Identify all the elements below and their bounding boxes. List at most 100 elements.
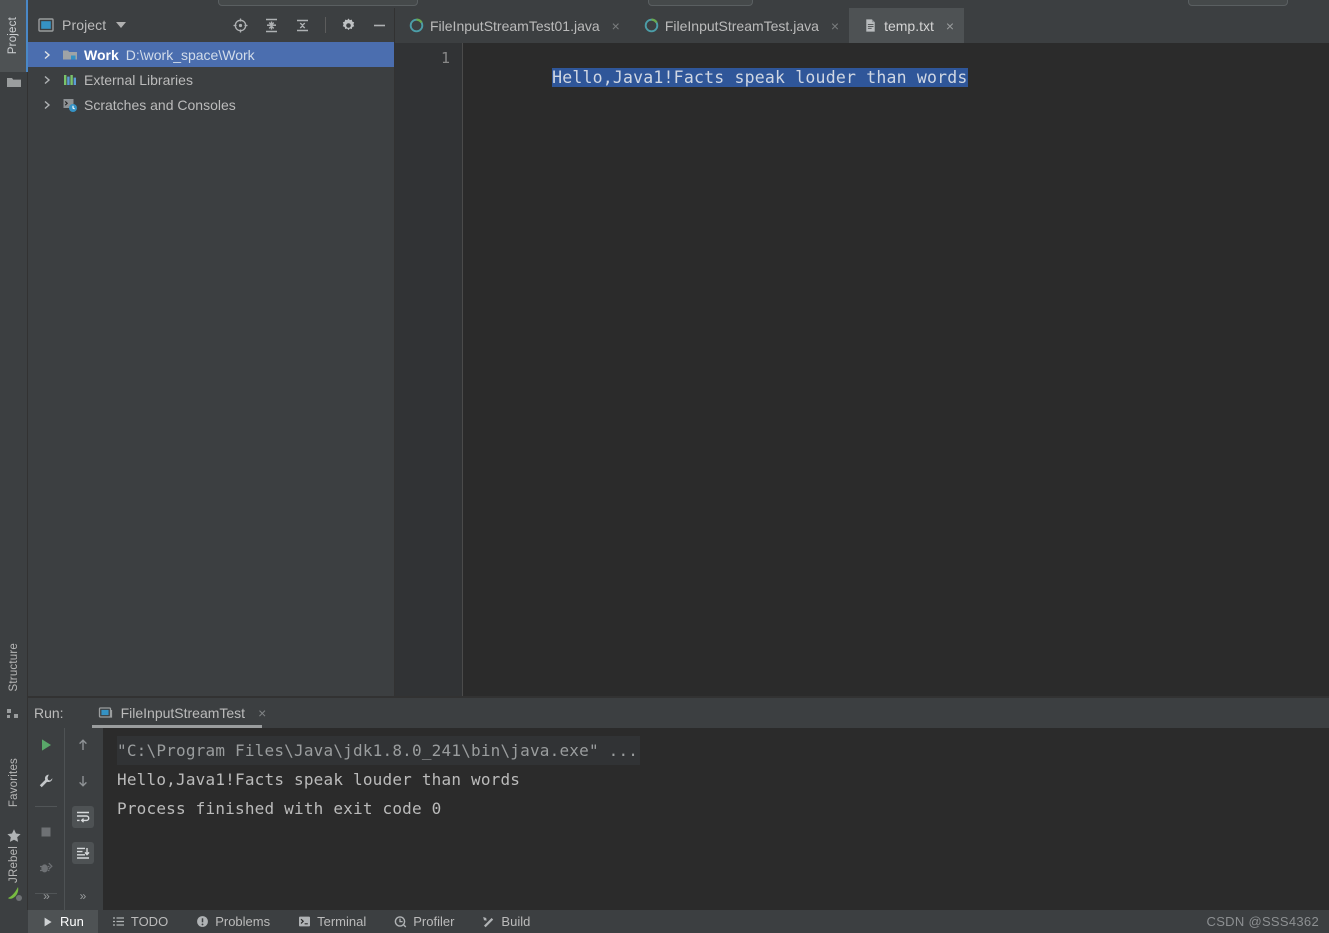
editor-line-1[interactable]: Hello,Java1!Facts speak louder than word… <box>471 49 968 106</box>
stop-icon[interactable] <box>35 821 57 843</box>
play-icon <box>42 916 54 928</box>
rerun-icon[interactable] <box>35 734 57 756</box>
watermark: CSDN @SSS4362 <box>1206 914 1319 929</box>
sidebar-item-project[interactable]: Project <box>0 0 28 72</box>
dump-threads-icon[interactable] <box>35 857 57 879</box>
editor-tab-fileinputstreamtest01[interactable]: FileInputStreamTest01.java × <box>395 8 630 43</box>
run-panel-header: Run: FileInputStreamTest × <box>28 698 1329 728</box>
run-panel-body: » » "C:\Program Files\Java\jdk1.8.0_241\… <box>28 728 1329 910</box>
sidebar-item-jrebel-label: JRebel <box>8 845 20 883</box>
collapse-all-icon[interactable] <box>294 17 311 34</box>
soft-wrap-icon[interactable] <box>71 806 94 828</box>
todo-icon <box>112 915 125 928</box>
project-view-icon <box>38 17 54 33</box>
terminal-icon <box>298 915 311 928</box>
tree-item-external-libraries-label: External Libraries <box>84 71 193 88</box>
status-bar-item-terminal[interactable]: Terminal <box>284 910 380 933</box>
close-icon[interactable]: × <box>258 705 266 721</box>
status-bar-item-label: Problems <box>215 914 271 929</box>
scratches-icon <box>62 97 78 113</box>
console-icon <box>98 705 114 721</box>
status-bar-item-label: Build <box>501 914 531 929</box>
profiler-icon <box>394 915 407 928</box>
arrow-up-icon[interactable] <box>72 734 94 756</box>
sidebar-item-favorites-label: Favorites <box>8 758 20 808</box>
tree-item-work-label: Work <box>84 46 119 63</box>
run-tab-label: FileInputStreamTest <box>120 705 246 721</box>
arrow-down-icon[interactable] <box>72 770 94 792</box>
run-toolbar-left: » <box>28 728 64 910</box>
close-icon[interactable]: × <box>946 19 954 33</box>
editor-tab-fileinputstreamtest[interactable]: FileInputStreamTest.java × <box>630 8 849 43</box>
chevron-right-icon[interactable] <box>42 100 52 110</box>
status-bar-item-problems[interactable]: Problems <box>182 910 284 933</box>
problems-icon <box>196 915 209 928</box>
status-bar-item-label: TODO <box>130 914 169 929</box>
status-bar-item-profiler[interactable]: Profiler <box>380 910 468 933</box>
console-line-exit: Process finished with exit code 0 <box>117 799 442 818</box>
toolbar-widget-1[interactable] <box>218 0 418 6</box>
expand-all-icon[interactable] <box>263 17 280 34</box>
ide-window: Project Structure Favorites JRebel Proje… <box>0 0 1329 933</box>
console-output[interactable]: "C:\Program Files\Java\jdk1.8.0_241\bin\… <box>103 728 1329 910</box>
chevron-right-icon[interactable] <box>42 75 52 85</box>
panel-title: Project <box>62 17 107 33</box>
divider <box>35 806 57 807</box>
toolbar-widget-3[interactable] <box>1188 0 1288 6</box>
minimize-icon[interactable] <box>371 17 388 34</box>
close-icon[interactable]: × <box>612 19 620 33</box>
project-folder-icon <box>6 74 22 90</box>
java-class-icon <box>644 18 659 33</box>
run-tool-window: Run: FileInputStreamTest × » » "C:\Progr… <box>28 698 1329 910</box>
line-number: 1 <box>440 49 450 67</box>
status-bar-item-label: Terminal <box>317 914 367 929</box>
jrebel-icon <box>6 884 22 901</box>
gear-icon[interactable] <box>340 17 357 34</box>
close-icon[interactable]: × <box>831 19 839 33</box>
divider <box>325 17 326 33</box>
editor-tab-strip: FileInputStreamTest01.java × FileInputSt… <box>395 8 1329 43</box>
wrench-icon[interactable] <box>35 770 57 792</box>
run-toolbar-right: » <box>64 728 100 910</box>
tree-item-work[interactable]: Work D:\work_space\Work <box>28 42 394 67</box>
status-bar-item-label: Profiler <box>413 914 455 929</box>
editor-tab-label: FileInputStreamTest01.java <box>430 17 600 34</box>
locate-icon[interactable] <box>232 17 249 34</box>
run-tab-fileinputstreamtest[interactable]: FileInputStreamTest × <box>91 698 273 728</box>
toolbar-widget-2[interactable] <box>648 0 753 6</box>
editor-gutter[interactable]: 1 <box>395 43 463 696</box>
status-bar-item-label: Run <box>60 914 84 929</box>
java-class-icon <box>409 18 424 33</box>
status-bar-pad <box>0 910 28 933</box>
project-tree: Work D:\work_space\Work External Librari… <box>28 42 394 696</box>
project-panel-actions <box>232 8 388 42</box>
sidebar-item-structure-label: Structure <box>8 642 20 692</box>
status-bar-item-run[interactable]: Run <box>28 910 98 933</box>
tree-item-external-libraries[interactable]: External Libraries <box>28 67 394 92</box>
tree-item-scratches-label: Scratches and Consoles <box>84 96 236 113</box>
status-bar-item-build[interactable]: Build <box>468 910 544 933</box>
editor-tab-label: temp.txt <box>884 17 934 34</box>
scroll-to-end-icon[interactable] <box>71 842 94 864</box>
sidebar-item-structure[interactable]: Structure <box>0 630 28 704</box>
expand-more-icon[interactable]: » <box>80 889 87 903</box>
sidebar-item-favorites[interactable]: Favorites <box>0 740 28 826</box>
console-line-output: Hello,Java1!Facts speak louder than word… <box>117 770 521 789</box>
text-file-icon <box>863 18 878 33</box>
expand-more-icon[interactable]: » <box>43 889 50 903</box>
status-bar-item-todo[interactable]: TODO <box>98 910 182 933</box>
libraries-icon <box>62 72 78 88</box>
tree-item-scratches[interactable]: Scratches and Consoles <box>28 92 394 117</box>
status-bar: Run TODO Problems Terminal Profiler Buil… <box>0 910 1329 933</box>
console-line-command: "C:\Program Files\Java\jdk1.8.0_241\bin\… <box>117 736 1329 765</box>
editor-tab-label: FileInputStreamTest.java <box>664 17 819 34</box>
editor-area: FileInputStreamTest01.java × FileInputSt… <box>395 8 1329 696</box>
chevron-right-icon[interactable] <box>42 50 52 60</box>
editor-text-area[interactable]: 1 Hello,Java1!Facts speak louder than wo… <box>395 43 1329 696</box>
tree-item-work-path: D:\work_space\Work <box>125 46 255 63</box>
toolbar-strip <box>0 0 1329 8</box>
editor-tab-temp-txt[interactable]: temp.txt × <box>849 8 965 43</box>
chevron-down-icon[interactable] <box>116 22 127 28</box>
sidebar-item-project-label: Project <box>7 17 19 55</box>
project-tool-window: Project Work D:\work_space\Work External… <box>28 8 394 696</box>
